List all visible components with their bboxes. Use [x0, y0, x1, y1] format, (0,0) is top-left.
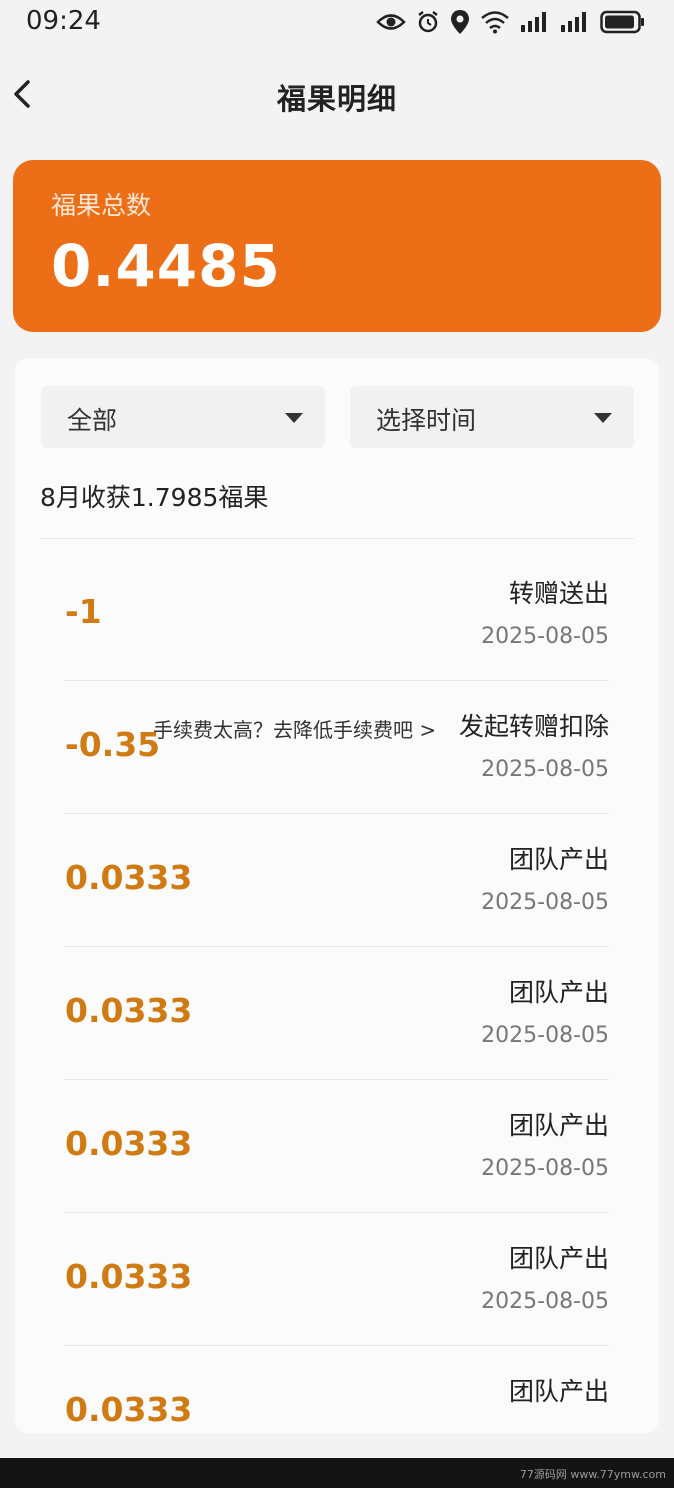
- time-filter-label: 选择时间: [376, 406, 477, 435]
- fee-reduce-link[interactable]: 手续费太高？去降低手续费吧 >: [153, 715, 443, 745]
- record-amount: 0.0333: [65, 1390, 193, 1429]
- status-icons: [376, 9, 646, 35]
- location-icon: [451, 10, 469, 34]
- time-filter-dropdown[interactable]: 选择时间: [350, 386, 634, 448]
- signal-icon: [521, 12, 546, 32]
- list-item[interactable]: 0.0333 团队产出: [65, 1346, 609, 1433]
- list-item[interactable]: 0.0333 团队产出 2025-08-05: [65, 814, 609, 947]
- record-amount: -1: [65, 592, 102, 631]
- record-type: 转赠送出: [508, 579, 609, 608]
- record-list: -1 转赠送出 2025-08-05 -0.35 手续费太高？去降低手续费吧 >…: [65, 548, 609, 1433]
- wifi-icon: [481, 11, 509, 34]
- watermark: 77源码网 www.77ymw.com: [519, 1468, 666, 1481]
- list-item[interactable]: 0.0333 团队产出 2025-08-05: [65, 947, 609, 1080]
- record-date: 2025-08-05: [481, 1023, 609, 1048]
- divider: [40, 538, 634, 539]
- alarm-icon: [418, 11, 438, 33]
- record-type: 团队产出: [508, 978, 609, 1007]
- status-time: 09:24: [26, 6, 101, 36]
- record-type: 团队产出: [508, 1377, 609, 1406]
- type-filter-dropdown[interactable]: 全部: [41, 386, 325, 448]
- record-date: 2025-08-05: [481, 1289, 609, 1314]
- summary-value: 0.4485: [51, 232, 281, 300]
- summary-label: 福果总数: [51, 191, 152, 220]
- record-amount: 0.0333: [65, 1257, 193, 1296]
- status-bar: 09:24: [0, 0, 674, 48]
- system-nav-bar: 77源码网 www.77ymw.com: [0, 1458, 674, 1488]
- record-type: 团队产出: [508, 845, 609, 874]
- battery-icon: [600, 10, 644, 34]
- record-amount: -0.35: [65, 725, 161, 764]
- record-type: 团队产出: [508, 1244, 609, 1273]
- summary-card: 福果总数 0.4485: [13, 160, 661, 332]
- list-item[interactable]: 0.0333 团队产出 2025-08-05: [65, 1213, 609, 1346]
- month-summary: 8月收获1.7985福果: [40, 483, 269, 512]
- eye-icon: [376, 14, 406, 30]
- type-filter-label: 全部: [67, 406, 118, 435]
- record-type: 发起转赠扣除: [458, 712, 609, 741]
- record-date: 2025-08-05: [481, 890, 609, 915]
- record-amount: 0.0333: [65, 1124, 193, 1163]
- record-amount: 0.0333: [65, 858, 193, 897]
- list-item[interactable]: -0.35 手续费太高？去降低手续费吧 > 发起转赠扣除 2025-08-05: [65, 681, 609, 814]
- list-item[interactable]: 0.0333 团队产出 2025-08-05: [65, 1080, 609, 1213]
- record-date: 2025-08-05: [481, 757, 609, 782]
- list-item[interactable]: -1 转赠送出 2025-08-05: [65, 548, 609, 681]
- caret-down-icon: [285, 413, 303, 423]
- record-date: 2025-08-05: [481, 1156, 609, 1181]
- page-title: 福果明细: [276, 82, 397, 116]
- detail-panel: 全部 选择时间 8月收获1.7985福果 -1 转赠送出 2025-08-05 …: [15, 358, 659, 1433]
- record-amount: 0.0333: [65, 991, 193, 1030]
- record-date: 2025-08-05: [481, 624, 609, 649]
- header-bar: 福果明细: [0, 60, 674, 130]
- record-type: 团队产出: [508, 1111, 609, 1140]
- signal-icon: [561, 12, 586, 32]
- caret-down-icon: [594, 413, 612, 423]
